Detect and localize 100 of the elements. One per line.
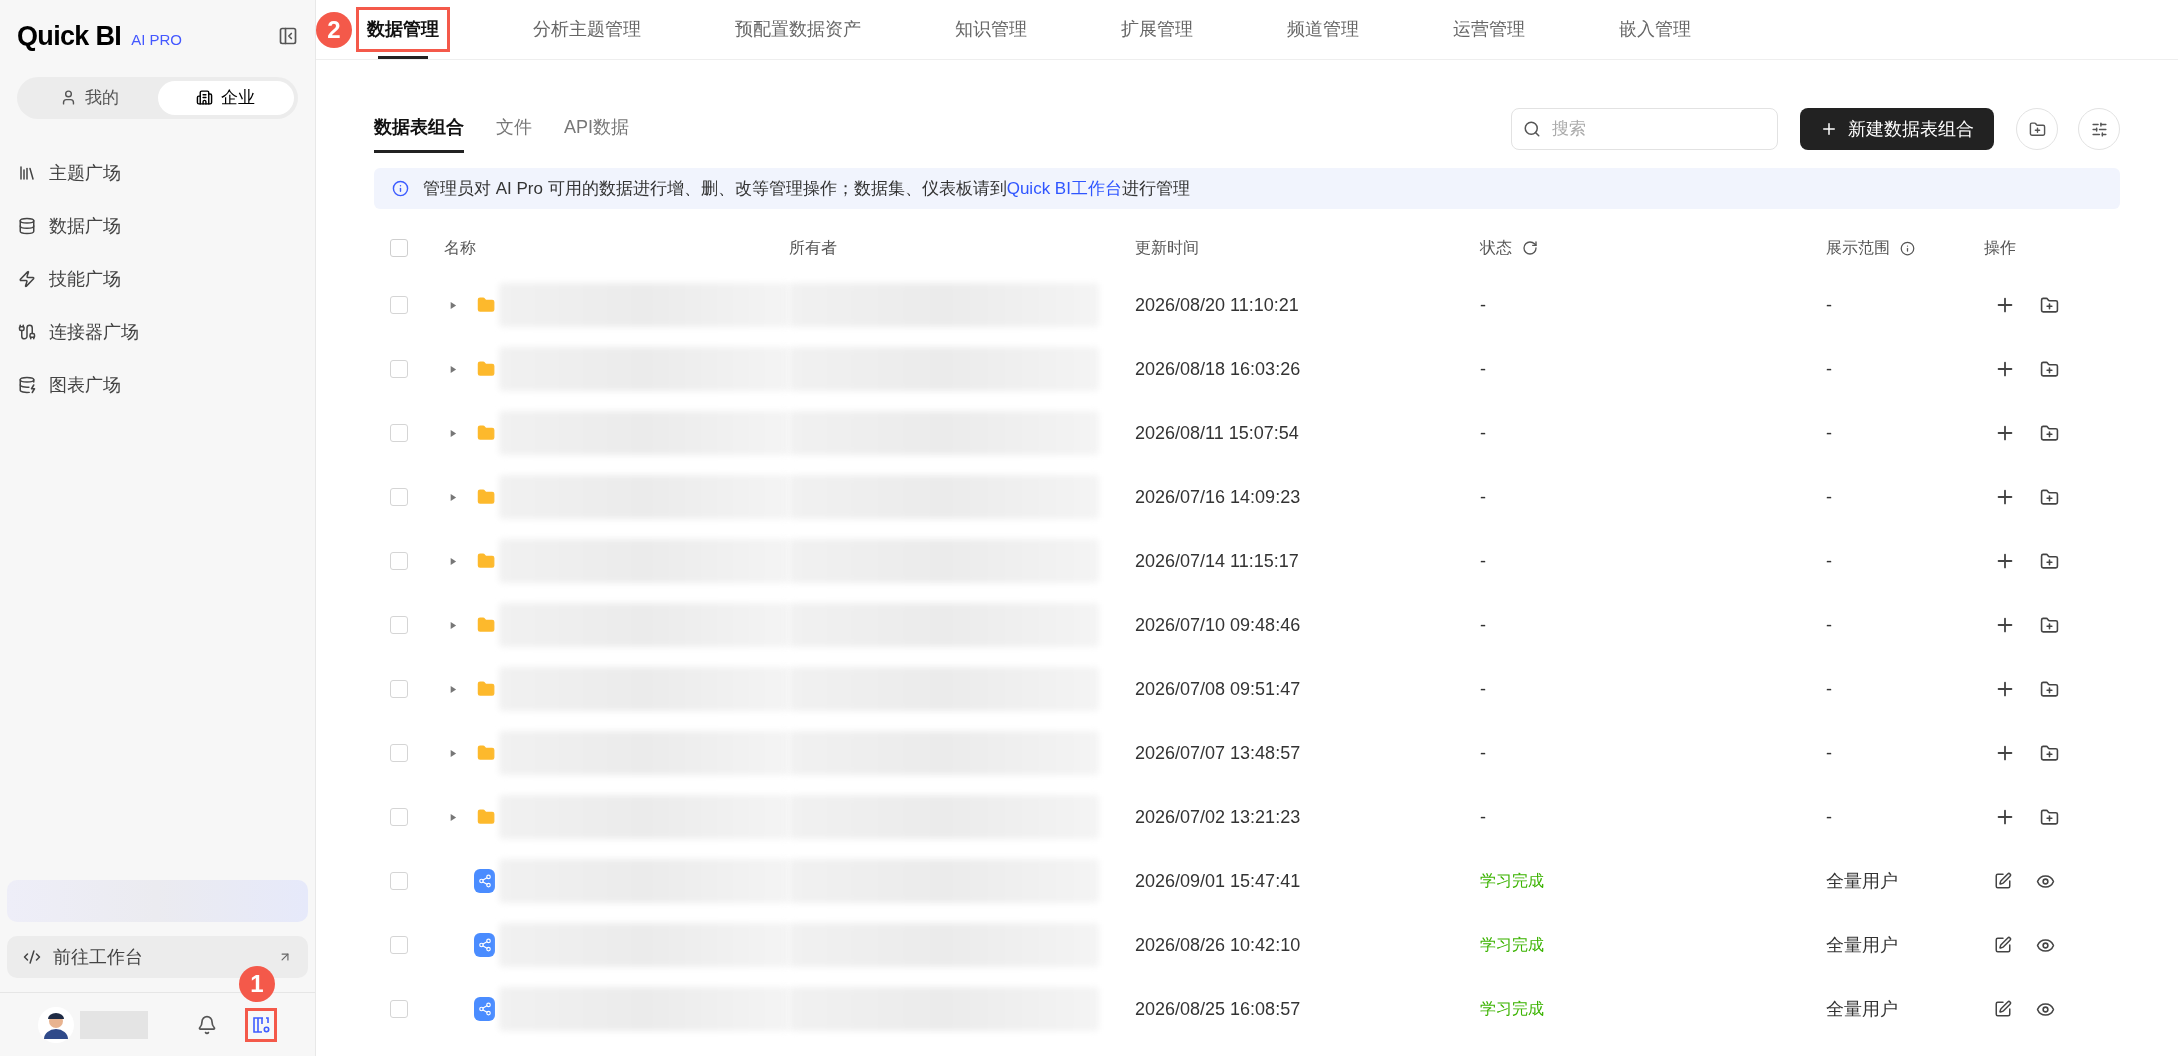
status-text: - [1480,293,1486,317]
scope-text: - [1826,677,1832,701]
sidebar-item[interactable]: 数据广场 [0,199,315,253]
updated-time: 2026/07/08 09:51:47 [1135,677,1301,701]
brand-logo: Quick BI [17,20,122,53]
folder-plus-icon[interactable] [2040,615,2059,635]
nav-tab[interactable]: 嵌入管理 [1608,7,1702,52]
status-text: 学习完成 [1480,999,1544,1019]
scope-tab[interactable]: 我的 [21,80,158,115]
updated-time: 2026/08/25 16:08:57 [1135,997,1301,1021]
info-icon [1900,240,1915,256]
sidebar-item[interactable]: 技能广场 [0,252,315,306]
updated-time: 2026/07/02 13:21:23 [1135,805,1301,829]
folder-plus-icon[interactable] [2040,295,2059,315]
row-checkbox[interactable] [390,616,408,634]
row-checkbox[interactable] [390,488,408,506]
column-header: 展示范围 [1826,238,1890,258]
status-text: - [1480,357,1486,381]
row-checkbox[interactable] [390,872,408,890]
nav-tab[interactable]: 数据管理 [356,7,450,52]
row-checkbox[interactable] [390,1000,408,1018]
building-icon [196,89,214,106]
column-header: 名称 [444,238,476,258]
plus-icon [1820,120,1838,138]
scope-text: - [1826,613,1832,637]
folder-plus-icon[interactable] [2040,423,2059,443]
updated-time: 2026/07/16 14:09:23 [1135,485,1301,509]
folder-plus-icon[interactable] [2040,807,2059,827]
folder-plus-icon[interactable] [2040,487,2059,507]
row-checkbox[interactable] [390,360,408,378]
search-icon [1523,120,1541,138]
sidebar-item[interactable]: 主题广场 [0,146,315,200]
updated-time: 2026/09/01 15:47:41 [1135,869,1301,893]
search-field[interactable]: 搜索 [1511,108,1778,150]
status-text: - [1480,677,1486,701]
nav-tab[interactable]: 预配置数据资产 [724,7,872,52]
row-checkbox[interactable] [390,744,408,762]
updated-time: 2026/08/20 11:10:21 [1135,293,1299,317]
sub-tab[interactable]: 文件 [496,105,532,153]
folder-plus-icon[interactable] [2040,551,2059,571]
status-text: - [1480,805,1486,829]
row-checkbox[interactable] [390,808,408,826]
lightning-icon [18,270,36,288]
nav-tab[interactable]: 分析主题管理 [522,7,652,52]
row-checkbox[interactable] [390,296,408,314]
scope-text: 全量用户 [1826,933,1898,957]
row-checkbox[interactable] [390,424,408,442]
column-header: 所有者 [789,238,837,258]
edit-icon[interactable] [1994,872,2012,890]
scope-text: - [1826,357,1832,381]
code-monitor-icon [23,948,41,966]
brand-subtitle: AI PRO [131,30,182,50]
updated-time: 2026/07/07 13:48:57 [1135,741,1301,765]
notice-text: 管理员对 AI Pro 可用的数据进行增、删、改等管理操作；数据集、仪表板请到Quick BI工作台进行管理 [423,177,1190,200]
row-checkbox[interactable] [390,552,408,570]
scope-text: 全量用户 [1826,997,1898,1021]
edit-icon[interactable] [1994,1000,2012,1018]
collapse-sidebar-icon[interactable] [278,26,298,47]
edit-icon[interactable] [1994,936,2012,954]
books-icon [18,164,36,182]
scope-text: - [1826,293,1832,317]
nav-tab[interactable]: 知识管理 [944,7,1038,52]
database-icon [18,376,36,394]
sliders-icon [2090,120,2108,138]
status-text: - [1480,549,1486,573]
nav-tab[interactable]: 扩展管理 [1110,7,1204,52]
status-text: - [1480,485,1486,509]
updated-time: 2026/08/26 10:42:10 [1135,933,1301,957]
workbench-link[interactable]: Quick BI工作台 [1006,178,1122,198]
avatar [38,1006,74,1043]
annotation-badge: 2 [316,11,352,48]
updated-time: 2026/08/18 16:03:26 [1135,357,1301,381]
select-all-checkbox[interactable] [390,239,408,257]
notification-bell-icon[interactable] [197,1014,217,1035]
folder-plus-icon[interactable] [2040,679,2059,699]
updated-time: 2026/07/10 09:48:46 [1135,613,1301,637]
status-text: - [1480,613,1486,637]
column-header: 操作 [1984,238,2016,258]
scope-text: 全量用户 [1826,869,1898,893]
dataset-icon [474,933,495,957]
nav-tab[interactable]: 频道管理 [1276,7,1370,52]
folder-plus-icon[interactable] [2040,359,2059,379]
sidebar-item[interactable]: 图表广场 [0,358,315,412]
row-checkbox[interactable] [390,936,408,954]
folder-plus-icon[interactable] [2040,743,2059,763]
folder-plus-icon [2028,120,2046,138]
updated-time: 2026/07/14 11:15:17 [1135,549,1299,573]
nav-tab[interactable]: 运营管理 [1442,7,1536,52]
sub-tab[interactable]: 数据表组合 [374,105,464,153]
row-checkbox[interactable] [390,680,408,698]
info-icon [392,180,409,197]
scope-tab[interactable]: 企业 [157,80,294,115]
refresh-icon[interactable] [1522,240,1538,256]
scope-text: - [1826,421,1832,445]
new-combination-button[interactable]: 新建数据表组合 [1800,108,1994,150]
scope-text: - [1826,805,1832,829]
updated-time: 2026/08/11 15:07:54 [1135,421,1299,445]
sub-tab[interactable]: API数据 [564,105,629,153]
settings-button[interactable] [245,1007,277,1042]
sidebar-item[interactable]: 连接器广场 [0,305,315,359]
